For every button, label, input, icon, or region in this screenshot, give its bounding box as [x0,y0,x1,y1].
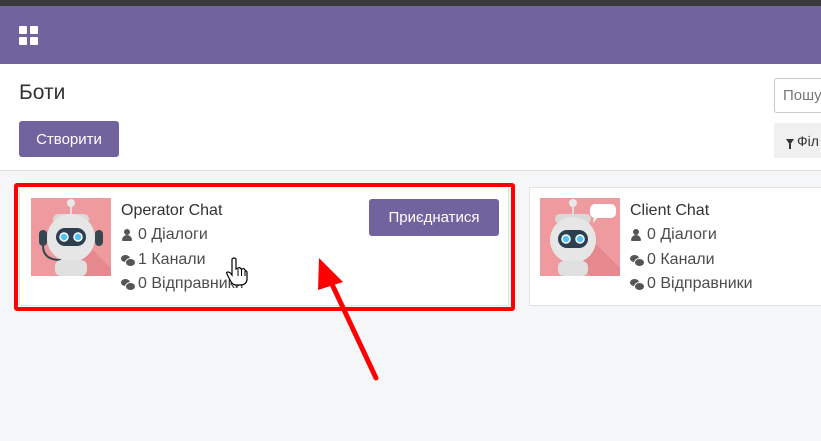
user-icon [630,229,642,241]
bot-avatar [540,198,620,276]
comments-icon [121,278,136,291]
dialogs-count: 0 Діалоги [121,226,208,244]
channels-count: 1 Канали [121,251,206,269]
comments-icon [121,254,136,267]
bot-name: Operator Chat [121,202,223,219]
grid-icon[interactable] [19,26,39,46]
comments-icon [630,278,645,291]
top-navbar [0,6,821,64]
filter-icon [786,138,794,149]
bot-name: Client Chat [630,202,710,219]
join-button[interactable]: Приєднатися [369,199,499,236]
search-input[interactable] [774,78,821,113]
control-panel: Боти Створити Філ [0,64,821,171]
bot-avatar [31,198,111,276]
comments-icon [630,254,645,267]
filters-button[interactable]: Філ [774,123,821,158]
create-button[interactable]: Створити [19,121,119,157]
senders-count: 0 Відправники [121,275,244,293]
bot-card-operator-chat[interactable]: Operator Chat 0 Діалоги 1 Канали 0 Відпр… [19,186,509,306]
dialogs-count: 0 Діалоги [630,226,717,244]
channels-count: 0 Канали [630,251,715,269]
page-title: Боти [19,81,66,104]
user-icon [121,229,133,241]
bot-card-client-chat[interactable]: Client Chat 0 Діалоги 0 Канали 0 Відправ… [529,187,821,306]
filters-label: Філ [797,132,819,149]
senders-count: 0 Відправники [630,275,753,293]
